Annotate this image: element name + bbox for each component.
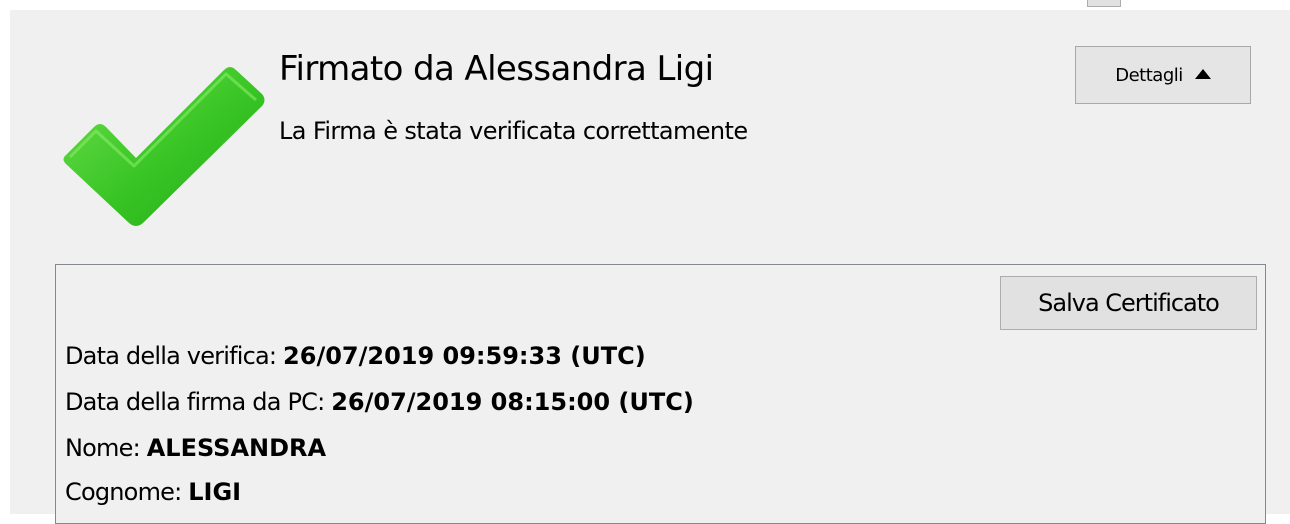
- last-name-row: Cognome: LIGI: [65, 470, 241, 514]
- verification-date-value: 26/07/2019 09:59:33 (UTC): [283, 342, 646, 370]
- signer-title: Firmato da Alessandra Ligi: [279, 49, 714, 89]
- first-name-row: Nome: ALESSANDRA: [65, 426, 326, 470]
- signature-date-value: 26/07/2019 08:15:00 (UTC): [331, 388, 694, 416]
- first-name-value: ALESSANDRA: [146, 434, 327, 462]
- verification-status-text: La Firma è stata verificata correttament…: [279, 117, 748, 145]
- last-name-label: Cognome:: [65, 478, 189, 506]
- last-name-value: LIGI: [188, 478, 242, 506]
- window-control-edge: [1087, 0, 1121, 7]
- signature-date-row: Data della firma da PC: 26/07/2019 08:15…: [65, 380, 694, 424]
- checkmark-icon: [63, 67, 265, 226]
- verification-date-label: Data della verifica:: [65, 342, 284, 370]
- details-button[interactable]: Dettagli: [1075, 46, 1251, 104]
- collapse-arrow-icon: [1194, 69, 1211, 79]
- first-name-label: Nome:: [65, 434, 147, 462]
- verification-date-row: Data della verifica: 26/07/2019 09:59:33…: [65, 334, 646, 378]
- signature-date-label: Data della firma da PC:: [65, 388, 332, 416]
- save-certificate-button[interactable]: Salva Certificato: [1000, 276, 1257, 330]
- details-button-label: Dettagli: [1115, 64, 1183, 86]
